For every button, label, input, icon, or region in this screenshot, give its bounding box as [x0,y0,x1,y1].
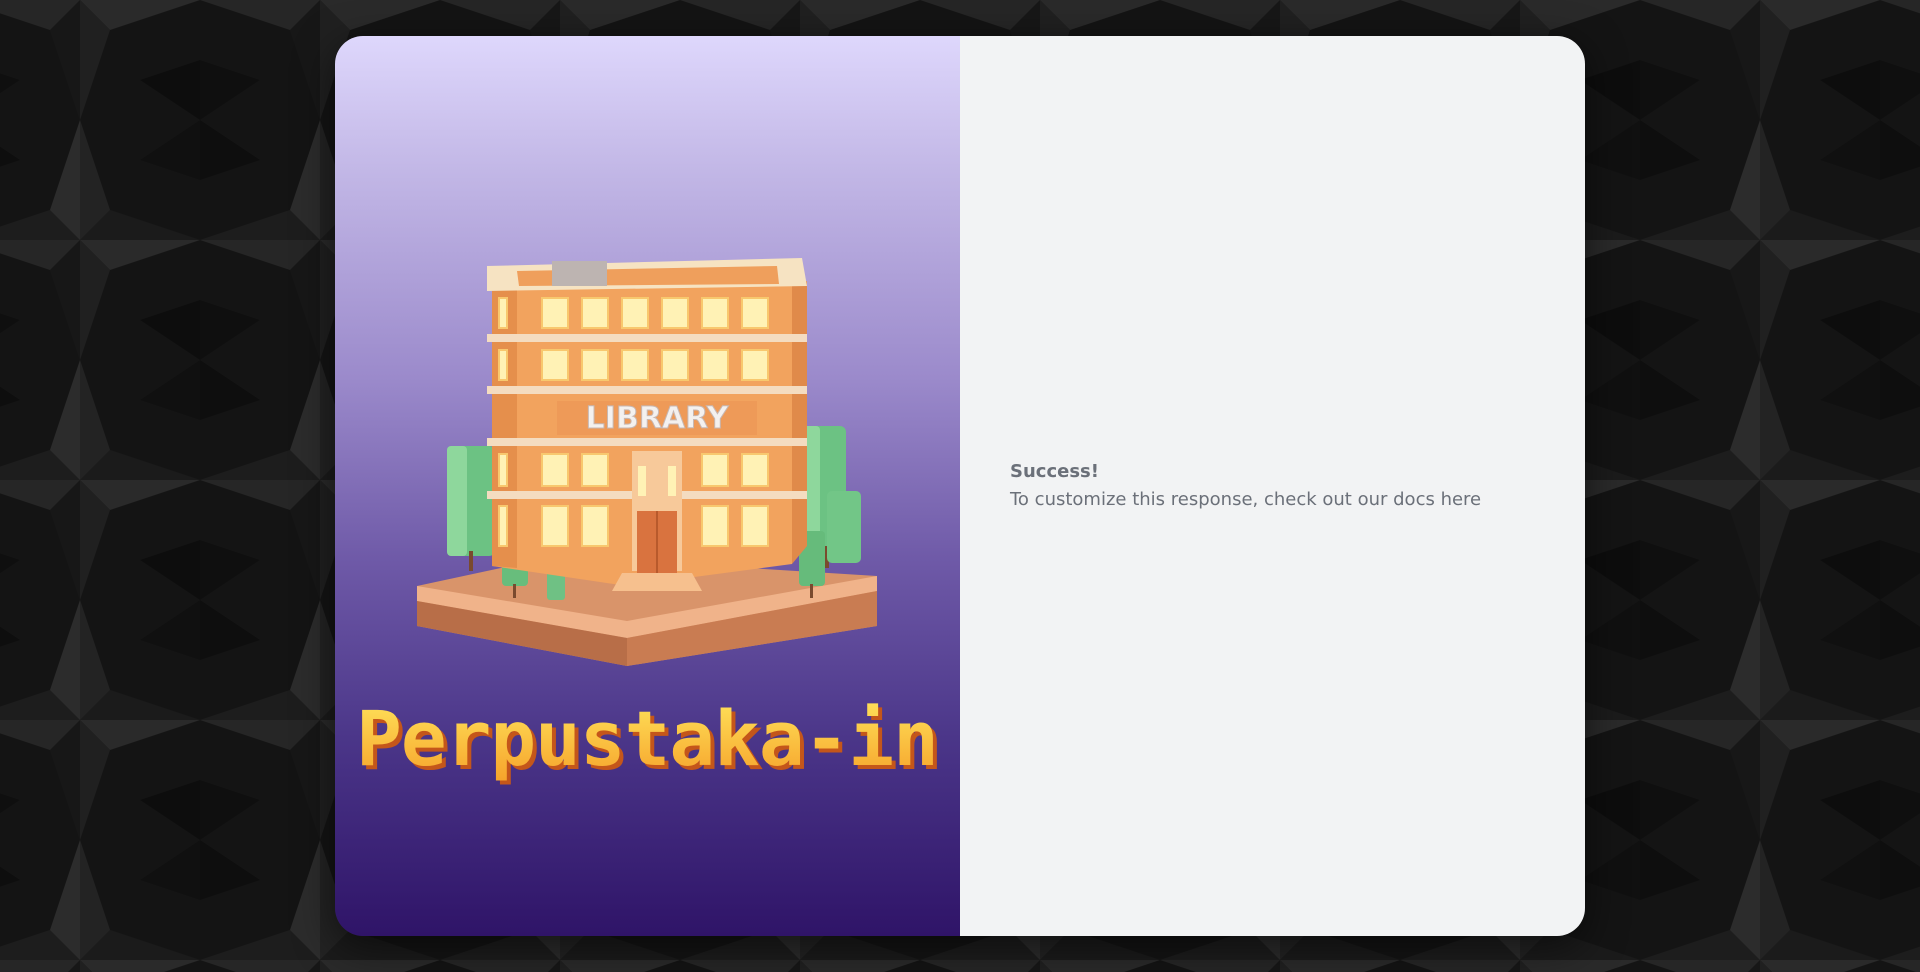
success-message: Success! To customize this response, che… [1010,459,1481,515]
library-building-illustration: LIBRARY [417,258,877,666]
main-card: LIBRARY Perpustaka-in Perpustaka-in Succ… [335,36,1585,936]
response-panel: Success! To customize this response, che… [960,36,1585,936]
app-name: Perpustaka-in [356,694,938,783]
success-title: Success! [1010,461,1099,482]
brand-panel: LIBRARY Perpustaka-in Perpustaka-in [335,36,960,936]
success-description: To customize this response, check out ou… [1010,489,1482,510]
app-logo: Perpustaka-in Perpustaka-in [356,694,943,787]
building-sign-text: LIBRARY [586,401,730,436]
